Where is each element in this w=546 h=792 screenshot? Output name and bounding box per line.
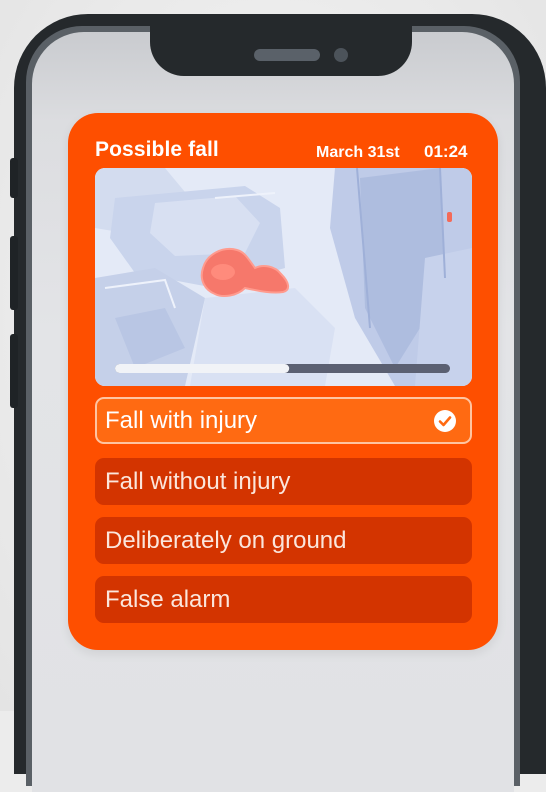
option-label: False alarm [105, 586, 231, 613]
thermal-video-preview[interactable] [95, 168, 472, 386]
alert-title: Possible fall [95, 138, 219, 161]
alert-time: 01:24 [424, 142, 468, 161]
phone-side-button [10, 158, 18, 198]
phone-volume-up-button [10, 236, 18, 310]
option-deliberately-on-ground[interactable]: Deliberately on ground [95, 517, 472, 564]
front-camera [334, 48, 348, 62]
option-fall-with-injury[interactable]: Fall with injury [95, 397, 472, 444]
video-progress-fill [115, 364, 290, 373]
option-label: Fall without injury [105, 468, 291, 495]
option-false-alarm[interactable]: False alarm [95, 576, 472, 623]
thermal-scene [95, 168, 472, 386]
speaker-grille [254, 49, 320, 61]
option-label: Deliberately on ground [105, 527, 347, 554]
alert-date: March 31st [316, 144, 400, 161]
option-label: Fall with injury [105, 407, 258, 434]
check-icon [434, 410, 456, 432]
fall-alert-card: Possible fall March 31st 01:24 Fall with… [68, 113, 498, 650]
option-fall-without-injury[interactable]: Fall without injury [95, 458, 472, 505]
phone-volume-down-button [10, 334, 18, 408]
phone-notch [150, 14, 412, 76]
